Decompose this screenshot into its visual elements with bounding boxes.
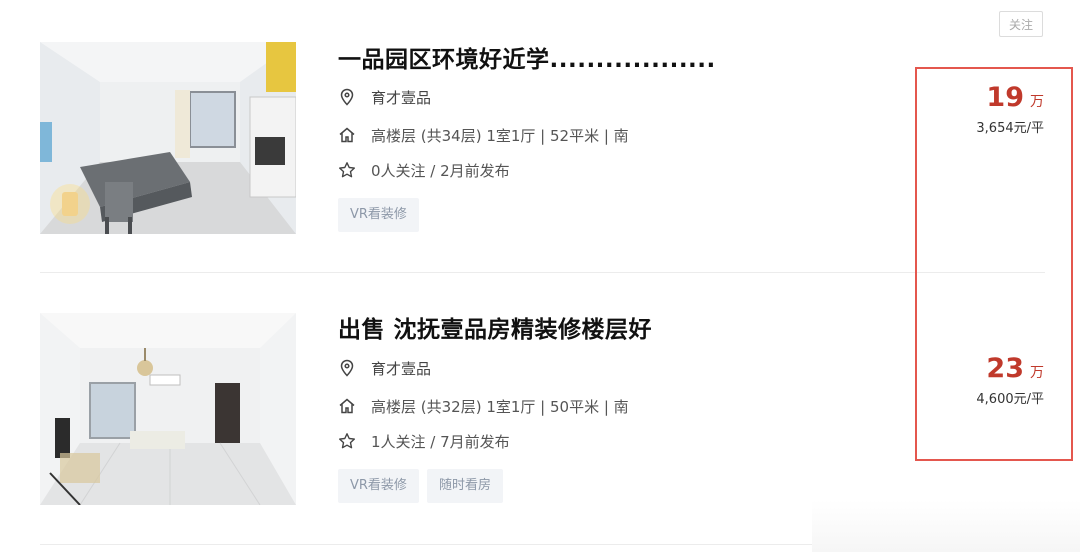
house-icon	[338, 397, 356, 415]
tag-vr: VR看装修	[338, 469, 419, 503]
listing-photo[interactable]	[40, 313, 296, 505]
tag-list: VR看装修	[338, 198, 419, 232]
follow-info-text: 0人关注 / 2月前发布	[371, 161, 510, 180]
community-row: 育才壹品	[338, 357, 431, 379]
house-info-row: 高楼层 (共32层) 1室1厅 | 50平米 | 南	[338, 395, 629, 417]
tag-list: VR看装修 随时看房	[338, 469, 503, 503]
bottom-fade	[812, 500, 1080, 552]
follow-button[interactable]: 关注	[999, 11, 1043, 37]
listing-divider	[40, 544, 812, 545]
tag-vr: VR看装修	[338, 198, 419, 232]
listing-title[interactable]: 出售 沈抚壹品房精装修楼层好	[338, 310, 652, 344]
listing-photo[interactable]	[40, 42, 296, 234]
house-info-text: 高楼层 (共32层) 1室1厅 | 50平米 | 南	[371, 397, 629, 416]
location-pin-icon	[338, 88, 356, 106]
price-highlight-annotation	[915, 67, 1073, 461]
community-link[interactable]: 育才壹品	[371, 87, 431, 108]
house-icon	[338, 126, 356, 144]
location-pin-icon	[338, 359, 356, 377]
follow-info-text: 1人关注 / 7月前发布	[371, 432, 510, 451]
tag-anytime-viewing: 随时看房	[426, 469, 503, 503]
follow-info-row: 0人关注 / 2月前发布	[338, 159, 510, 181]
house-info-text: 高楼层 (共34层) 1室1厅 | 52平米 | 南	[371, 126, 629, 145]
listing-title[interactable]: 一品园区环境好近学..................	[338, 40, 716, 74]
star-icon	[338, 432, 356, 450]
follow-info-row: 1人关注 / 7月前发布	[338, 430, 510, 452]
house-info-row: 高楼层 (共34层) 1室1厅 | 52平米 | 南	[338, 124, 629, 146]
community-row: 育才壹品	[338, 86, 431, 108]
star-icon	[338, 161, 356, 179]
community-link[interactable]: 育才壹品	[371, 358, 431, 379]
